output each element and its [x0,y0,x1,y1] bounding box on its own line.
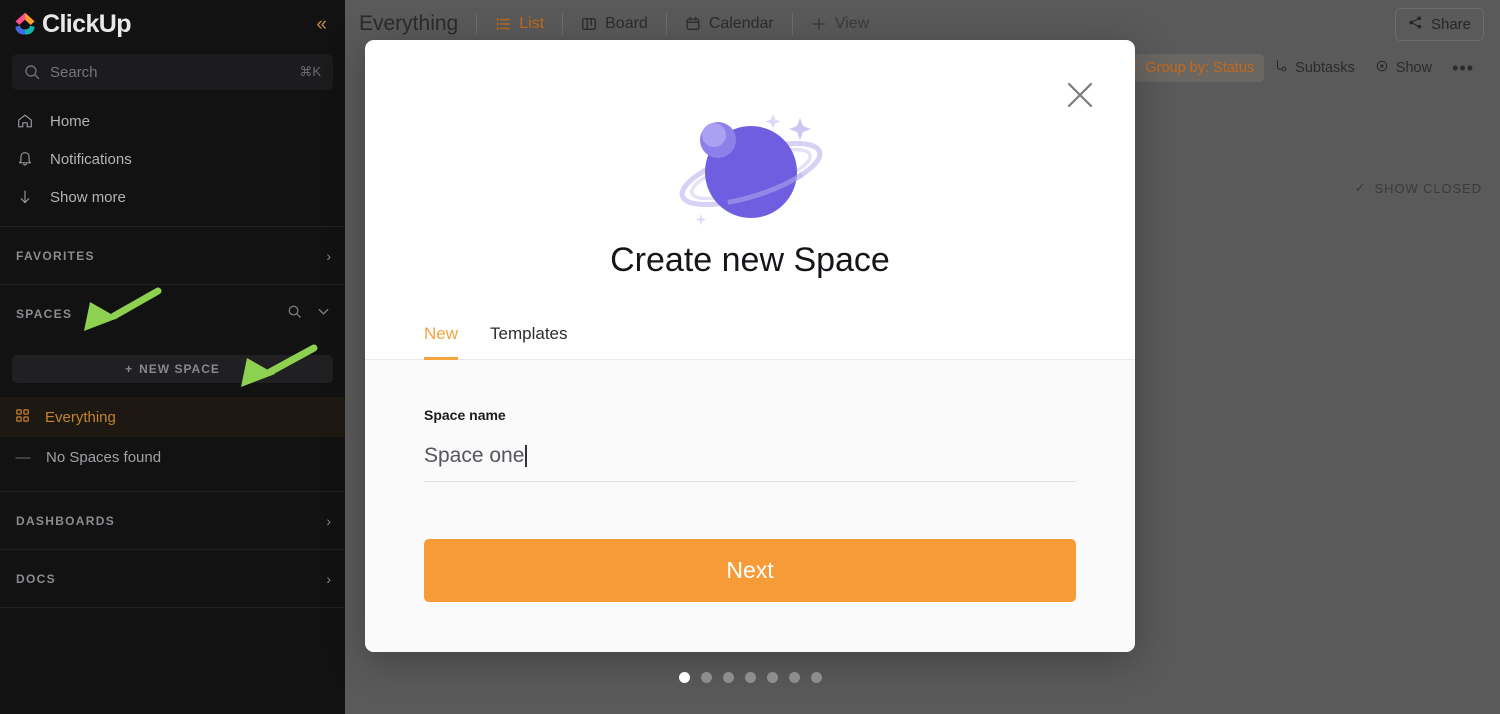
group-by-label: Group by: Status [1145,60,1255,76]
spaces-actions [287,304,331,324]
tab-list-label: List [519,15,545,32]
home-icon [16,112,34,130]
new-space-button[interactable]: + NEW SPACE [12,355,333,383]
sidebar-item-home-label: Home [50,112,91,130]
show-closed-toggle[interactable]: ✓ SHOW CLOSED [1355,180,1482,196]
sidebar-section-favorites-label: FAVORITES [16,248,95,263]
sidebar-nav: Home Notifications Show more [0,102,345,216]
chevron-right-icon[interactable]: › [326,513,331,529]
sidebar-section-dashboards-label: DASHBOARDS [16,513,116,528]
group-by-button[interactable]: Group by: Status [1114,54,1265,82]
clickup-logo[interactable]: ClickUp [12,10,131,39]
sidebar-item-show-more[interactable]: Show more [0,178,345,216]
modal-pagination [365,672,1135,683]
clickup-logo-text: ClickUp [42,9,131,38]
new-space-button-label: NEW SPACE [139,362,220,376]
close-icon[interactable] [1063,78,1097,112]
subtasks-button[interactable]: Subtasks [1264,54,1365,82]
text-caret [525,445,527,467]
modal-body: Space name Space one Next [365,360,1135,652]
chevron-right-icon[interactable]: › [326,248,331,264]
subtask-icon [1274,59,1288,77]
sidebar-section-spaces-label: SPACES [16,307,73,321]
space-name-label: Space name [424,407,506,423]
sidebar-section-docs[interactable]: DOCS › [0,550,345,608]
subtasks-label: Subtasks [1295,60,1355,76]
pagination-dot[interactable] [788,672,800,683]
tab-list[interactable]: List [477,15,562,33]
add-view-button[interactable]: View [793,15,887,33]
plus-icon: + [125,362,134,376]
tab-calendar[interactable]: Calendar [667,15,792,33]
space-name-value: Space one [424,444,525,467]
grid-icon [14,407,31,428]
sidebar-collapse-button[interactable]: « [312,13,331,36]
sidebar-item-notifications[interactable]: Notifications [0,140,345,178]
sidebar-item-everything[interactable]: Everything [0,397,345,437]
sidebar-item-everything-label: Everything [45,408,116,426]
plus-icon [811,16,827,32]
modal-hero: Create new Space [365,40,1135,280]
page-title: Everything [359,12,459,35]
pagination-dot[interactable] [722,672,734,683]
clickup-logo-icon [15,12,35,35]
search-placeholder: Search [50,63,98,81]
search-icon [24,64,40,80]
chevron-down-icon[interactable] [316,304,331,324]
share-button-label: Share [1430,15,1471,33]
list-icon [495,16,511,32]
more-options-button[interactable]: ••• [1442,58,1484,79]
sidebar-section-docs-label: DOCS [16,571,56,586]
check-icon: ✓ [1354,180,1367,195]
sidebar-item-home[interactable]: Home [0,102,345,140]
modal-tabs: New Templates [365,324,1135,360]
planet-illustration [679,114,822,225]
add-view-label: View [834,15,870,32]
show-button[interactable]: Show [1365,54,1442,82]
eye-icon [1375,59,1389,77]
sidebar-section-spaces[interactable]: SPACES [0,285,345,343]
sidebar-item-notifications-label: Notifications [50,150,132,168]
spaces-block: + NEW SPACE Everything — No Spaces found [0,355,345,492]
sidebar-item-show-more-label: Show more [50,188,126,206]
calendar-icon [685,16,701,32]
pagination-dot[interactable] [700,672,712,683]
modal-title: Create new Space [610,241,890,279]
sidebar-section-dashboards[interactable]: DASHBOARDS › [0,492,345,550]
modal-tab-new[interactable]: New [424,324,459,360]
bell-icon [16,150,34,168]
search-input[interactable]: Search ⌘K [12,54,333,90]
pagination-dot[interactable] [766,672,778,683]
pagination-dot[interactable] [810,672,822,683]
create-space-modal: Create new Space New Templates Space nam… [365,40,1135,652]
space-name-input[interactable]: Space one [424,444,1076,482]
tab-board-label: Board [605,15,648,32]
tab-calendar-label: Calendar [708,15,774,32]
spaces-search-icon[interactable] [287,304,302,324]
dash-icon: — [15,448,31,466]
app-root: ClickUp « Search ⌘K Home Notifications S… [0,0,1500,714]
search-shortcut: ⌘K [299,64,321,79]
show-closed-label: SHOW CLOSED [1374,180,1482,196]
modal-tab-templates[interactable]: Templates [490,324,567,360]
sidebar-item-no-spaces-label: No Spaces found [46,448,162,466]
more-icon: ••• [1452,57,1474,78]
tab-board[interactable]: Board [563,15,666,33]
share-icon [1408,15,1423,34]
arrow-down-icon [16,188,34,206]
next-button[interactable]: Next [424,539,1076,602]
share-button[interactable]: Share [1394,7,1484,41]
sidebar-item-no-spaces: — No Spaces found [0,437,345,477]
sidebar-section-favorites[interactable]: FAVORITES › [0,227,345,285]
show-label: Show [1395,60,1433,76]
chevron-right-icon[interactable]: › [326,571,331,587]
sidebar: ClickUp « Search ⌘K Home Notifications S… [0,0,345,714]
board-icon [581,16,597,32]
pagination-dot[interactable] [678,672,690,683]
sidebar-header: ClickUp « [0,0,345,48]
pagination-dot[interactable] [744,672,756,683]
